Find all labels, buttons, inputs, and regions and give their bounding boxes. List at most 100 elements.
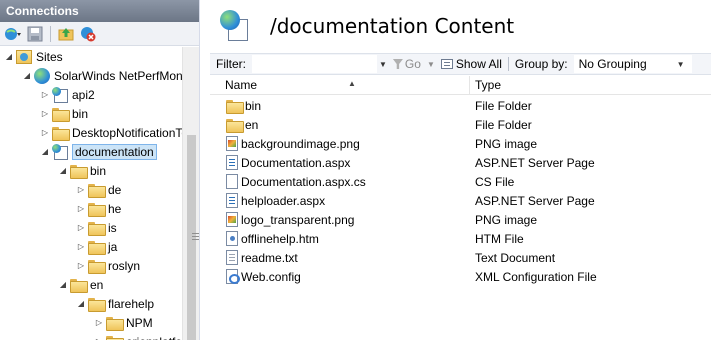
file-row[interactable]: backgroundimage.png PNG image <box>210 134 711 153</box>
file-name-cell: bin <box>226 99 261 114</box>
save-icon[interactable] <box>25 25 45 43</box>
tree-node-label: api2 <box>72 87 95 102</box>
tree-node-label: de <box>108 182 122 197</box>
tree-node[interactable]: ▷ he <box>76 199 121 218</box>
tree-node[interactable]: ▷ api2 <box>40 85 95 104</box>
tree-node[interactable]: ◢ documentation <box>40 142 157 161</box>
collapsed-arrow-icon[interactable]: ▷ <box>76 223 86 232</box>
filter-separator <box>507 57 509 71</box>
tree-node[interactable]: ▷ DesktopNotificationTo <box>40 123 182 142</box>
tree-node[interactable]: ▷ is <box>76 218 117 237</box>
file-type: File Folder <box>475 98 532 113</box>
disconnect-icon[interactable] <box>78 25 98 43</box>
tree-node-label: is <box>108 220 117 235</box>
tree-node[interactable]: ◢ Sites <box>4 47 63 66</box>
png-file-icon <box>226 212 238 227</box>
folder-icon <box>88 259 106 274</box>
folder-icon <box>88 202 106 217</box>
png-file-icon <box>226 136 238 151</box>
connections-toolbar <box>0 22 199 46</box>
file-name-cell: Documentation.aspx <box>226 155 350 170</box>
tree-node[interactable]: ◢ en <box>58 275 103 294</box>
folder-icon <box>88 183 106 198</box>
collapsed-arrow-icon[interactable]: ▷ <box>76 261 86 270</box>
collapsed-arrow-icon[interactable]: ▷ <box>76 185 86 194</box>
collapsed-arrow-icon[interactable]: ▷ <box>40 128 50 137</box>
file-name-cell: helploader.aspx <box>226 193 325 208</box>
go-button[interactable]: Go <box>392 57 421 71</box>
up-icon[interactable] <box>56 25 76 43</box>
expanded-arrow-icon[interactable]: ◢ <box>58 280 68 289</box>
tree-node[interactable]: ▷ ja <box>76 237 117 256</box>
file-name: logo_transparent.png <box>241 212 355 227</box>
collapsed-arrow-icon[interactable]: ▷ <box>40 109 50 118</box>
tree-node-label: flarehelp <box>108 296 155 311</box>
content-panel: /documentation Content Filter: ▼ Go ▼ Sh… <box>210 0 711 340</box>
folder-file-icon <box>226 99 244 114</box>
file-name: readme.txt <box>241 250 298 265</box>
file-row[interactable]: logo_transparent.png PNG image <box>210 210 711 229</box>
column-header-type[interactable]: Type <box>470 76 711 95</box>
collapsed-arrow-icon[interactable]: ▷ <box>76 204 86 213</box>
filter-dropdown-arrow-icon[interactable]: ▼ <box>379 60 387 69</box>
column-header-name[interactable]: Name ▲ <box>220 76 470 95</box>
tree-node[interactable]: ◢ SolarWinds NetPerfMon <box>22 66 182 85</box>
cs-file-icon <box>226 174 238 189</box>
folder-icon <box>88 221 106 236</box>
file-type: ASP.NET Server Page <box>475 155 595 170</box>
tree-node-label: ja <box>108 239 118 254</box>
show-all-label: Show All <box>455 57 502 71</box>
tree-node-label: he <box>108 201 122 216</box>
expanded-arrow-icon[interactable]: ◢ <box>4 52 14 61</box>
tree-node-label: orionplatfo <box>126 335 182 340</box>
file-row[interactable]: helploader.aspx ASP.NET Server Page <box>210 191 711 210</box>
file-name: helploader.aspx <box>241 193 326 208</box>
file-row[interactable]: bin File Folder <box>210 96 711 115</box>
collapsed-arrow-icon[interactable]: ▷ <box>76 242 86 251</box>
content-title-area: /documentation Content <box>210 0 711 52</box>
tree-node-label: bin <box>72 106 89 121</box>
tree-node[interactable]: ◢ flarehelp <box>76 294 154 313</box>
config-file-icon <box>226 269 240 284</box>
expanded-arrow-icon[interactable]: ◢ <box>40 147 50 156</box>
go-dropdown-arrow-icon[interactable]: ▼ <box>427 60 435 69</box>
tree-scrollbar[interactable] <box>182 47 199 340</box>
tree-node-label: bin <box>90 163 107 178</box>
connections-tree: ◢ Sites ◢ SolarWinds NetPerfMon ▷ api2 ▷ bin ▷ De… <box>0 47 182 340</box>
file-row[interactable]: readme.txt Text Document <box>210 248 711 267</box>
expanded-arrow-icon[interactable]: ◢ <box>22 71 32 80</box>
folder-icon <box>70 164 88 179</box>
file-type: PNG image <box>475 212 538 227</box>
tree-node-label: NPM <box>126 315 153 330</box>
connect-icon[interactable] <box>3 25 23 43</box>
file-row[interactable]: Web.config XML Configuration File <box>210 267 711 286</box>
connections-header: Connections <box>0 0 199 22</box>
file-name-cell: en <box>226 118 258 133</box>
show-all-button[interactable]: Show All <box>440 57 502 71</box>
tree-node[interactable]: ▷ NPM <box>94 313 153 332</box>
funnel-icon <box>392 59 403 69</box>
file-row[interactable]: offlinehelp.htm HTM File <box>210 229 711 248</box>
collapsed-arrow-icon[interactable]: ▷ <box>40 90 50 99</box>
tree-node[interactable]: ▷ de <box>76 180 121 199</box>
tree-node-label: roslyn <box>108 258 141 273</box>
file-row[interactable]: Documentation.aspx.cs CS File <box>210 172 711 191</box>
collapsed-arrow-icon[interactable]: ▷ <box>94 318 104 327</box>
tree-node-label: Sites <box>36 49 63 64</box>
file-name-cell: Documentation.aspx.cs <box>226 174 366 189</box>
group-by-select[interactable]: No Grouping ▼ <box>573 55 692 73</box>
expanded-arrow-icon[interactable]: ◢ <box>58 166 68 175</box>
tree-scrollbar-thumb[interactable] <box>187 135 199 340</box>
tree-node[interactable]: ▷ bin <box>40 104 88 123</box>
tree-node[interactable]: ▷ roslyn <box>76 256 140 275</box>
expanded-arrow-icon[interactable]: ◢ <box>76 299 86 308</box>
tree-node[interactable]: ◢ bin <box>58 161 106 180</box>
filter-input[interactable] <box>252 55 377 73</box>
file-row[interactable]: en File Folder <box>210 115 711 134</box>
globe-icon <box>34 67 50 84</box>
app-icon <box>52 143 68 160</box>
folder-icon <box>70 278 88 293</box>
file-name: Documentation.aspx.cs <box>241 174 366 189</box>
file-row[interactable]: Documentation.aspx ASP.NET Server Page <box>210 153 711 172</box>
tree-node[interactable]: ▷orionplatfo <box>94 332 182 340</box>
